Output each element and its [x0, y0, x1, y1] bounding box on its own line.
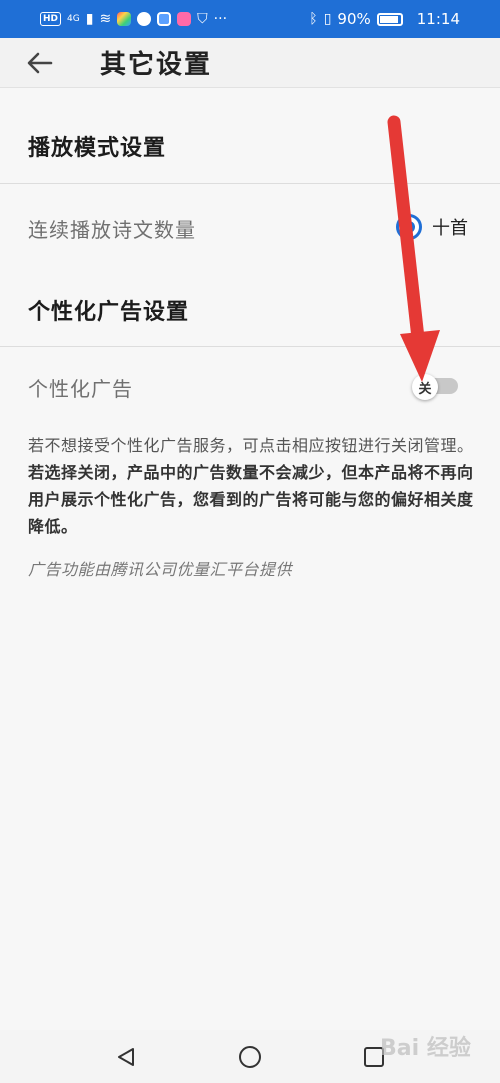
annotation-arrow-icon [387, 115, 440, 382]
shield-icon: ⛉ [197, 11, 208, 27]
desc-bold: 若选择关闭，产品中的广告数量不会减少，但本产品将不再向用户展示个性化广告，您看到… [28, 463, 474, 536]
back-button[interactable] [0, 38, 80, 88]
battery-icon [376, 12, 403, 26]
personalized-ads-toggle[interactable]: 关 [412, 374, 458, 400]
continuous-play-option[interactable]: 十首 [396, 214, 468, 240]
battery-percent: 90% [337, 10, 371, 28]
app-icon-1 [117, 12, 132, 26]
radio-selected-icon[interactable] [396, 214, 422, 240]
app-icon-4 [177, 12, 192, 26]
nav-back-button[interactable] [106, 1037, 146, 1077]
nav-home-button[interactable] [230, 1037, 270, 1077]
status-left: HD 4G ▮ ≋ ⛉ ··· [40, 12, 227, 26]
desc-plain: 若不想接受个性化广告服务，可点击相应按钮进行关闭管理。 [28, 436, 474, 455]
hd-badge: HD [40, 12, 62, 26]
divider [0, 346, 500, 347]
ads-description: 若不想接受个性化广告服务，可点击相应按钮进行关闭管理。若选择关闭，产品中的广告数… [28, 432, 474, 540]
nav-back-triangle-icon [118, 1047, 134, 1066]
radio-option-label: 十首 [432, 218, 468, 239]
section-title-playback: 播放模式设置 [28, 136, 167, 161]
clock: 11:14 [416, 10, 460, 28]
signal-label: 4G [67, 14, 80, 24]
app-icon-3 [157, 12, 172, 26]
ads-provider-note: 广告功能由腾讯公司优量汇平台提供 [28, 560, 293, 579]
row-label-continuous-play: 连续播放诗文数量 [28, 218, 196, 242]
vibrate-icon: ▯ [323, 11, 332, 27]
back-arrow-icon [27, 52, 53, 73]
baidu-watermark-logo: Bai 经验 [380, 1036, 471, 1061]
toggle-knob: 关 [412, 374, 438, 400]
page-title: 其它设置 [100, 50, 213, 80]
app-bar: 其它设置 [0, 38, 500, 88]
wifi-icon: ≋ [99, 11, 112, 27]
row-label-personalized-ads: 个性化广告 [28, 377, 133, 401]
app-icon-2 [137, 12, 152, 26]
nav-home-circle-icon [239, 1045, 261, 1068]
bluetooth-icon: ᛒ [309, 11, 318, 27]
divider [0, 183, 500, 184]
section-title-ads: 个性化广告设置 [28, 300, 190, 325]
status-right: ᛒ ▯ 90% 11:14 [309, 10, 460, 28]
signal-bars-icon: ▮ [85, 11, 94, 27]
more-icon: ··· [213, 11, 228, 27]
status-bar: HD 4G ▮ ≋ ⛉ ··· ᛒ ▯ 90% 11:14 [0, 0, 500, 38]
